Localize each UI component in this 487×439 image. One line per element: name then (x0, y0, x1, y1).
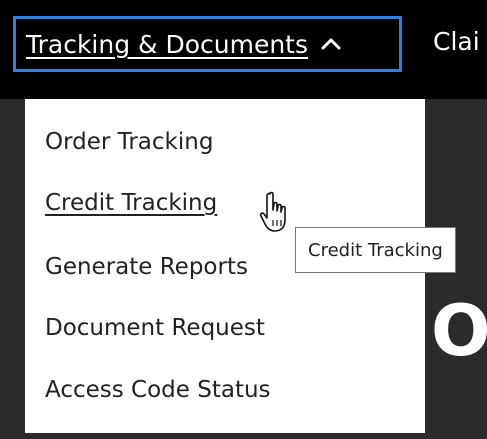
nav-item-tracking-documents-label: Tracking & Documents (26, 29, 309, 59)
menu-item-access-code-status[interactable]: Access Code Status (45, 377, 271, 403)
tooltip: Credit Tracking (295, 227, 456, 273)
menu-item-order-tracking[interactable]: Order Tracking (45, 129, 213, 155)
app-viewport: O Tracking & Documents Clai Order Tracki… (0, 0, 487, 439)
chevron-up-icon (320, 33, 342, 55)
hero-heading-partial: O (431, 290, 487, 372)
hand-pointer-icon (258, 190, 298, 238)
nav-item-claims[interactable]: Clai (433, 27, 480, 56)
nav-item-tracking-documents[interactable]: Tracking & Documents (13, 16, 402, 72)
menu-item-generate-reports[interactable]: Generate Reports (45, 254, 248, 280)
menu-item-credit-tracking[interactable]: Credit Tracking (45, 190, 217, 216)
tooltip-text: Credit Tracking (308, 239, 443, 261)
top-navigation-bar: Tracking & Documents Clai (0, 0, 487, 99)
menu-item-document-request[interactable]: Document Request (45, 315, 265, 341)
